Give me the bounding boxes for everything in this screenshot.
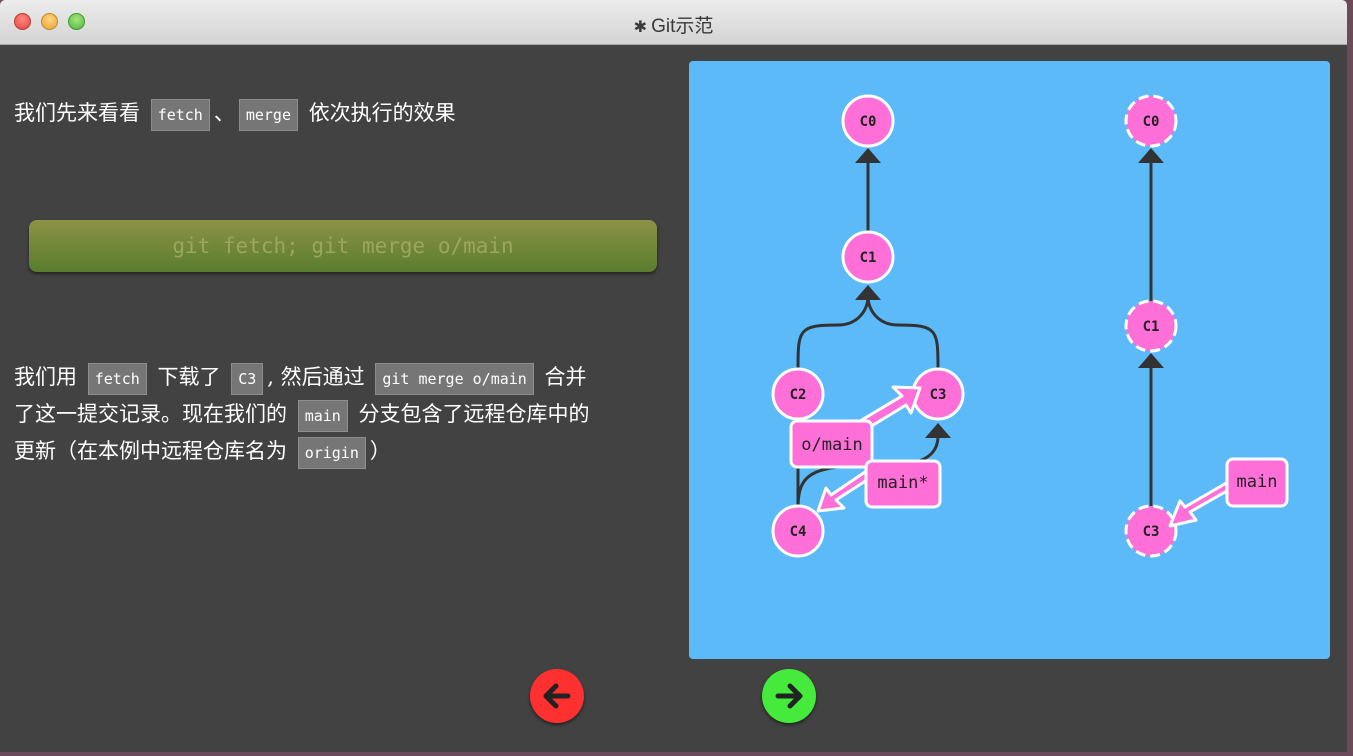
app-window: ✱ Git示范 我们先来看看 fetch、 merge 依次执行的效果 git fe… [0,0,1347,752]
explanation-part: ） [369,439,391,463]
commit-node[interactable]: C0 [841,94,895,148]
forward-button[interactable] [762,669,816,723]
command-button[interactable]: git fetch; git merge o/main [29,220,657,272]
git-graph: C0 C1 C2 C3 C4 C0 C1 C3 o/main main* mai… [771,94,1289,558]
code-merge-command: git merge o/main [375,362,534,395]
commit-label: C3 [930,387,947,403]
remote-commit-node[interactable]: C0 [1124,94,1178,148]
arrowhead [855,285,881,300]
window-title-text: Git示范 [651,16,714,37]
arrowhead [925,423,951,438]
git-graph-canvas: C0 C1 C2 C3 C4 C0 C1 C3 o/main main* mai… [689,61,1330,659]
commit-node[interactable]: C1 [841,230,895,284]
code-fetch: fetch [87,362,147,395]
intro-separator: 、 [213,101,235,125]
back-button[interactable] [530,669,584,723]
commit-node[interactable]: C4 [771,504,825,558]
window-title: ✱ Git示范 [0,11,1347,38]
explanation-part: 我们用 [14,365,77,389]
forward-arrow-icon [775,683,803,709]
commit-node[interactable]: C2 [771,367,825,421]
back-arrow-icon [543,683,571,709]
remote-commit-node[interactable]: C1 [1124,299,1178,353]
edge-c3-c1 [866,295,940,371]
intro-text: 我们先来看看 fetch、 merge 依次执行的效果 [14,95,456,132]
remote-main-pointer-arrow [1168,480,1234,528]
branch-label-remote-main: main [1237,472,1278,492]
commit-label: C1 [1143,319,1160,335]
explanation-part: 了这一提交记录。现在我们的 [14,402,287,426]
code-merge: merge [238,98,298,131]
code-c3: C3 [231,362,264,395]
explanation-part: 下载了 [157,365,221,389]
branch-label-main-current: main* [877,473,928,493]
title-bar: ✱ Git示范 [0,0,1347,45]
arrowhead [855,148,881,163]
commit-node[interactable]: C3 [911,367,965,421]
branch-label-o-main: o/main [801,435,862,455]
commit-label: C4 [790,524,807,540]
arrowhead [1138,148,1164,163]
explanation-part: 分支包含了远程仓库中的 [358,402,590,426]
commit-label: C3 [1143,524,1160,540]
explanation-part: 合并 [544,365,587,389]
commit-label: C2 [790,387,807,403]
explanation-text: 我们用 fetch 下载了 C3, 然后通过 git merge o/main … [14,359,674,470]
main-pointer-arrow [816,470,872,513]
commit-label: C0 [1143,114,1160,130]
code-origin: origin [297,436,366,469]
remote-branch-pointer-main[interactable]: main [1168,457,1289,528]
intro-before: 我们先来看看 [14,101,140,125]
remote-commit-node[interactable]: C3 [1124,504,1178,558]
code-fetch: fetch [150,98,210,131]
code-main: main [297,399,348,432]
intro-after: 依次执行的效果 [308,101,456,125]
arrowhead [1138,353,1164,368]
explanation-part: 更新（在本例中远程仓库名为 [14,439,287,463]
commit-label: C0 [860,114,877,130]
edge-c2-c1 [796,295,870,371]
gear-icon: ✱ [633,19,648,36]
explanation-part: , 然后通过 [267,365,365,389]
commit-label: C1 [860,250,877,266]
